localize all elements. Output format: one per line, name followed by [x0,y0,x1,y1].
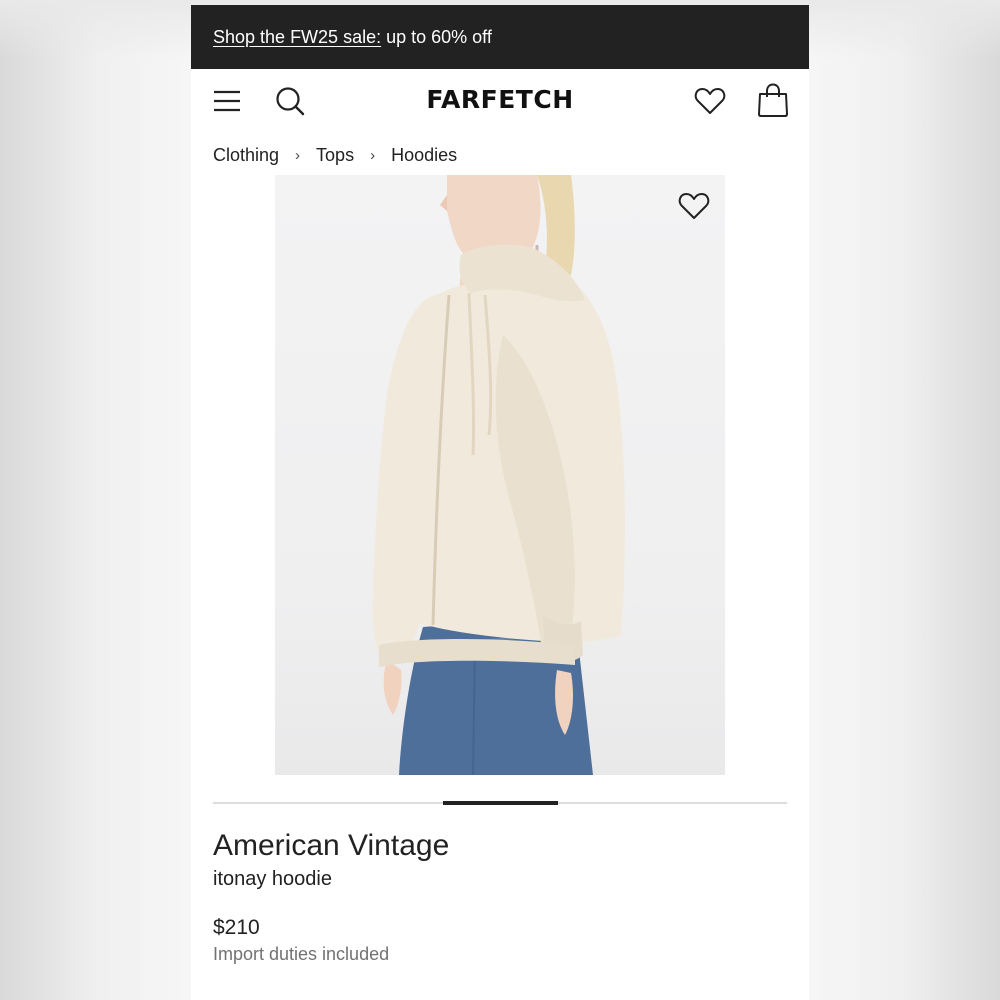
breadcrumb-separator: › [295,146,301,164]
carousel-progress-indicator[interactable] [443,801,558,805]
promo-link[interactable]: Shop the FW25 sale: [213,27,381,48]
promo-text: up to 60% off [386,26,492,47]
app-screen: Shop the FW25 sale: up to 60% off FARFET… [191,5,809,1000]
top-navigation: FARFETCH [191,69,809,133]
breadcrumb-item-tops[interactable]: Tops [316,145,354,166]
promo-banner: Shop the FW25 sale: up to 60% off [191,5,809,69]
product-image[interactable] [275,175,725,775]
product-photo [372,175,625,775]
product-price: $210 [213,916,260,939]
shopping-bag-icon[interactable] [757,83,789,117]
product-brand[interactable]: American Vintage [213,829,449,863]
breadcrumb-separator: › [370,146,376,164]
duties-note: Import duties included [213,944,390,964]
breadcrumb: Clothing › Tops › Hoodies [213,143,457,167]
image-heart-icon[interactable] [678,191,710,221]
breadcrumb-item-clothing[interactable]: Clothing [213,145,279,166]
product-name: itonay hoodie [213,868,332,890]
breadcrumb-item-hoodies[interactable]: Hoodies [391,145,457,166]
heart-icon[interactable] [694,86,726,116]
